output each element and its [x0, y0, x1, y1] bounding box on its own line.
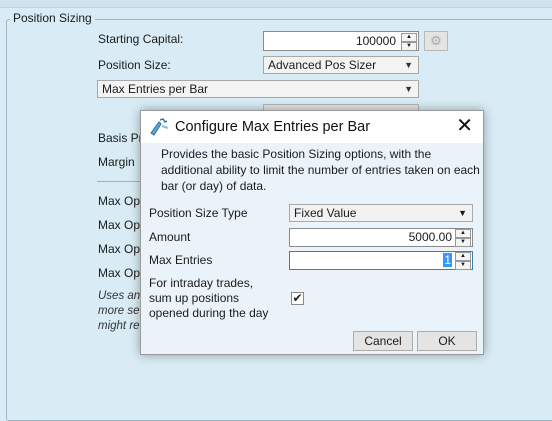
- gear-icon[interactable]: ⚙: [424, 31, 448, 51]
- max-open-label-2: Max Op: [98, 218, 141, 232]
- intraday-label-line-2: sum up positions: [149, 291, 240, 305]
- intraday-label: For intraday trades, sum up positions op…: [149, 276, 268, 321]
- position-size-select[interactable]: Advanced Pos Sizer ▼: [263, 56, 419, 74]
- intraday-checkbox[interactable]: ✔: [291, 292, 304, 305]
- max-entries-spinner[interactable]: ▲ ▼: [455, 252, 471, 270]
- amount-spinner[interactable]: ▲ ▼: [455, 229, 471, 247]
- ok-button[interactable]: OK: [417, 331, 477, 351]
- max-entries-input[interactable]: 1 ▲ ▼: [289, 251, 473, 270]
- info-text-line-3: might re: [98, 320, 140, 332]
- amount-input[interactable]: 5000.00 ▲ ▼: [289, 228, 473, 247]
- info-text-line-1: Uses an: [98, 290, 141, 302]
- close-icon[interactable]: ✕: [456, 115, 473, 137]
- chevron-down-icon: ▼: [404, 84, 413, 94]
- starting-capital-input[interactable]: 100000 ▲ ▼: [263, 31, 419, 51]
- starting-capital-spinner[interactable]: ▲ ▼: [401, 33, 417, 51]
- configure-dialog: Configure Max Entries per Bar ✕ Provides…: [140, 110, 484, 355]
- sizer-select[interactable]: Max Entries per Bar ▼: [97, 80, 419, 98]
- sizer-value: Max Entries per Bar: [102, 82, 209, 96]
- info-text-line-2: more se: [98, 305, 140, 317]
- max-entries-label: Max Entries: [149, 253, 213, 267]
- amount-value: 5000.00: [408, 230, 452, 244]
- chevron-down-icon: ▼: [458, 208, 467, 218]
- position-size-value: Advanced Pos Sizer: [268, 58, 377, 72]
- max-open-label-1: Max Op: [98, 194, 141, 208]
- cancel-button[interactable]: Cancel: [353, 331, 413, 351]
- chevron-down-icon: ▼: [404, 60, 413, 70]
- intraday-label-line-3: opened during the day: [149, 306, 269, 320]
- basis-price-label: Basis Pri: [98, 131, 146, 145]
- max-open-label-3: Max Op: [98, 242, 141, 256]
- dialog-title: Configure Max Entries per Bar: [175, 119, 371, 135]
- dialog-titlebar: Configure Max Entries per Bar ✕: [141, 111, 483, 143]
- position-size-type-value: Fixed Value: [294, 206, 357, 220]
- top-strip: [0, 0, 552, 8]
- intraday-label-line-1: For intraday trades,: [149, 276, 254, 290]
- max-open-label-4: Max Op: [98, 266, 141, 280]
- position-size-type-label: Position Size Type: [149, 206, 248, 220]
- checkmark-icon: ✔: [292, 291, 303, 305]
- group-title: Position Sizing: [10, 11, 95, 25]
- position-size-type-select[interactable]: Fixed Value ▼: [289, 204, 473, 222]
- starting-capital-label: Starting Capital:: [98, 32, 184, 46]
- amount-label: Amount: [149, 230, 191, 244]
- separator: [97, 181, 142, 182]
- max-entries-value: 1: [443, 253, 452, 267]
- position-size-label: Position Size:: [98, 58, 171, 72]
- starting-capital-value: 100000: [355, 34, 396, 48]
- margin-label: Margin: [98, 155, 135, 169]
- wand-icon: [150, 118, 169, 136]
- dialog-description: Provides the basic Position Sizing optio…: [161, 147, 480, 193]
